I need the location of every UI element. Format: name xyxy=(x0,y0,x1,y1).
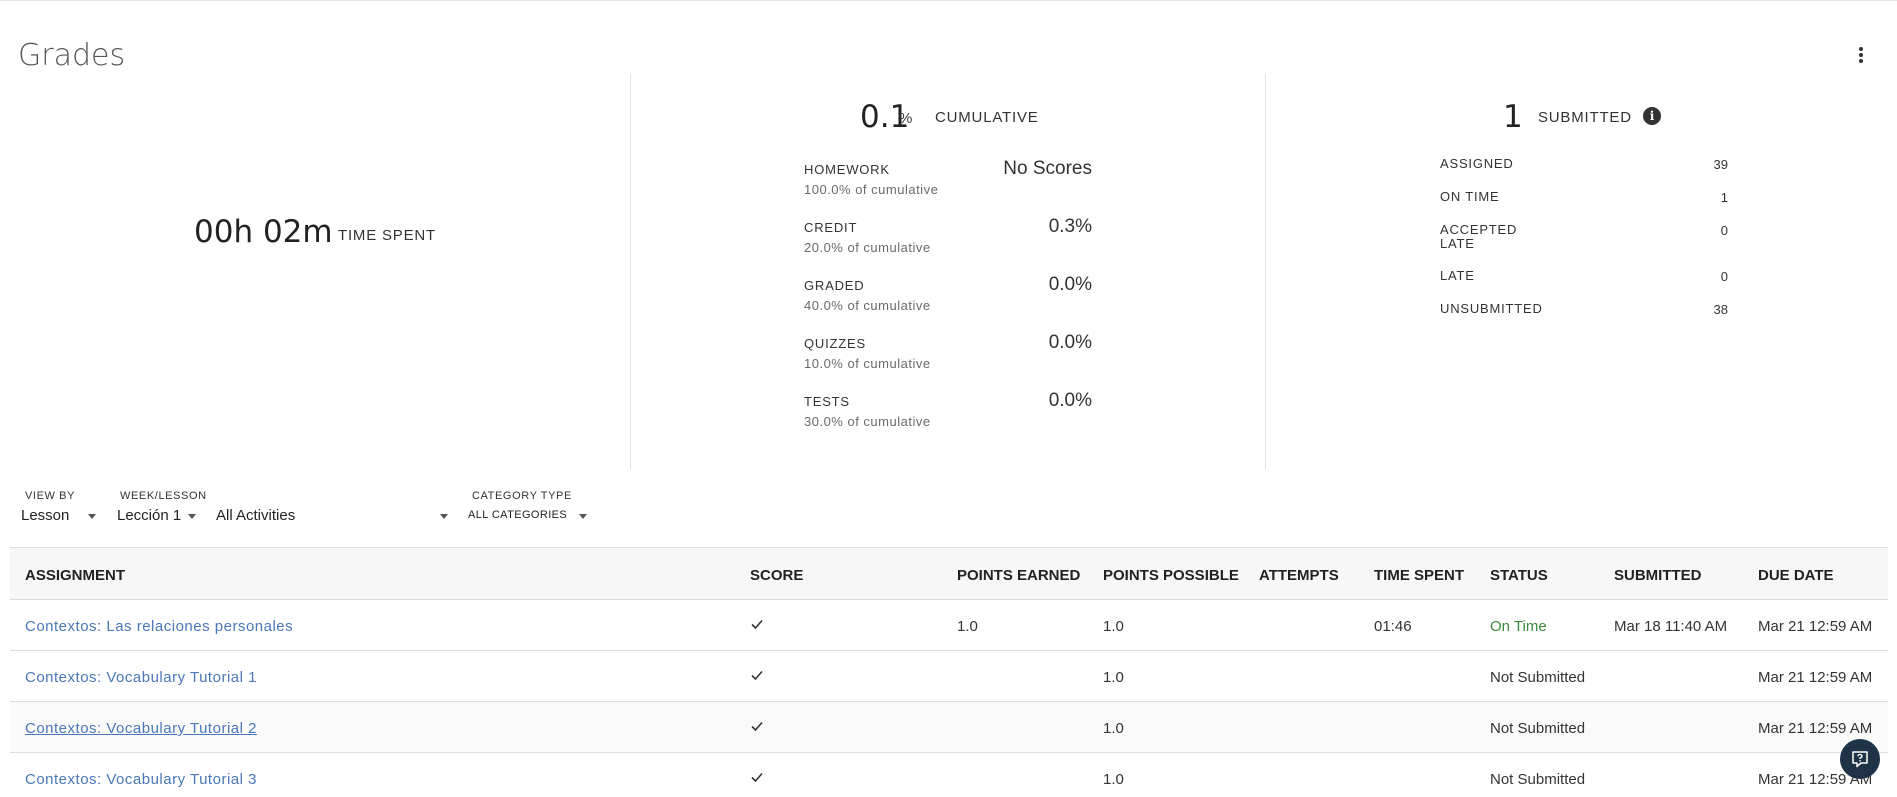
check-icon xyxy=(751,619,763,630)
submitted-row-value: 1 xyxy=(1720,190,1728,205)
page-title: Grades xyxy=(18,38,126,73)
category-name: GRADED xyxy=(804,278,865,293)
category-name: QUIZZES xyxy=(804,336,866,351)
info-icon[interactable]: i xyxy=(1643,107,1661,125)
category-row-quizzes: QUIZZES 10.0% of cumulative 0.0% xyxy=(804,332,1094,386)
category-weight: 30.0% of cumulative xyxy=(804,414,931,429)
points-possible: 1.0 xyxy=(1103,669,1124,686)
status: Not Submitted xyxy=(1490,720,1586,737)
category-type-select[interactable]: ALL CATEGORIES xyxy=(468,509,590,527)
check-icon xyxy=(751,670,763,681)
category-name: CREDIT xyxy=(804,220,858,235)
category-score: 0.0% xyxy=(1048,390,1092,411)
time-spent-value: 00h 02m xyxy=(194,214,333,250)
divider xyxy=(1265,73,1266,469)
category-type-value: ALL CATEGORIES xyxy=(468,509,568,521)
table-row: Contextos: Vocabulary Tutorial 1 1.0 Not… xyxy=(10,651,1888,702)
activities-select[interactable]: All Activities xyxy=(216,507,452,527)
table-row: Contextos: Las relaciones personales 1.0… xyxy=(10,600,1888,651)
table-row: Contextos: Vocabulary Tutorial 2 1.0 Not… xyxy=(10,702,1888,753)
due-date: Mar 21 12:59 AM xyxy=(1758,618,1873,635)
week-lesson-value: Lección 1 xyxy=(117,507,182,524)
submitted-row-value: 0 xyxy=(1720,223,1728,238)
help-chat-button[interactable] xyxy=(1840,739,1880,779)
submitted-label: SUBMITTED xyxy=(1538,109,1632,126)
category-score: 0.0% xyxy=(1048,332,1092,353)
submitted-row-label: ASSIGNED xyxy=(1440,156,1514,171)
submitted-row-label: ON TIME xyxy=(1440,189,1500,204)
category-row-graded: GRADED 40.0% of cumulative 0.0% xyxy=(804,274,1094,328)
chevron-down-icon xyxy=(440,514,448,519)
assignments-table: ASSIGNMENT SCORE POINTS EARNED POINTS PO… xyxy=(10,547,1888,797)
category-weight: 10.0% of cumulative xyxy=(804,356,931,371)
category-row-tests: TESTS 30.0% of cumulative 0.0% xyxy=(804,390,1094,444)
divider xyxy=(630,73,631,469)
points-possible: 1.0 xyxy=(1103,720,1124,737)
view-by-label: VIEW BY xyxy=(25,490,76,502)
due-date: Mar 21 12:59 AM xyxy=(1758,720,1873,737)
submitted-row-value: 38 xyxy=(1713,302,1728,317)
points-earned: 1.0 xyxy=(957,618,978,635)
category-score: 0.0% xyxy=(1048,274,1092,295)
view-by-value: Lesson xyxy=(21,507,70,524)
category-row-credit: CREDIT 20.0% of cumulative 0.3% xyxy=(804,216,1094,270)
week-lesson-select[interactable]: Lección 1 xyxy=(117,507,197,527)
assignment-link[interactable]: Contextos: Vocabulary Tutorial 1 xyxy=(25,669,257,686)
header-submitted[interactable]: SUBMITTED xyxy=(1614,567,1702,584)
cumulative-label: CUMULATIVE xyxy=(935,109,1039,126)
category-score: No Scores xyxy=(1003,158,1092,179)
submitted-row-label: LATE xyxy=(1440,268,1475,283)
submitted-row-label: ACCEPTED LATE xyxy=(1440,222,1518,251)
header-points-possible[interactable]: POINTS POSSIBLE xyxy=(1103,567,1239,584)
header-attempts[interactable]: ATTEMPTS xyxy=(1259,567,1339,584)
category-row-homework: HOMEWORK 100.0% of cumulative No Scores xyxy=(804,158,1094,212)
check-icon xyxy=(751,772,763,783)
table-row: Contextos: Vocabulary Tutorial 3 1.0 Not… xyxy=(10,753,1888,797)
header-score[interactable]: SCORE xyxy=(750,567,803,584)
time-spent: 01:46 xyxy=(1374,618,1412,635)
top-border xyxy=(0,0,1897,2)
category-weight: 100.0% of cumulative xyxy=(804,182,939,197)
submitted-value: 1 xyxy=(1503,99,1523,135)
chevron-down-icon xyxy=(188,514,196,519)
category-score: 0.3% xyxy=(1048,216,1092,237)
submitted-date: Mar 18 11:40 AM xyxy=(1614,618,1728,635)
category-weight: 40.0% of cumulative xyxy=(804,298,931,313)
more-options-icon[interactable] xyxy=(1856,44,1866,66)
category-weight: 20.0% of cumulative xyxy=(804,240,931,255)
assignment-link[interactable]: Contextos: Vocabulary Tutorial 2 xyxy=(25,720,257,737)
submitted-row-label: UNSUBMITTED xyxy=(1440,301,1543,316)
submitted-row-value: 39 xyxy=(1713,157,1728,172)
due-date: Mar 21 12:59 AM xyxy=(1758,669,1873,686)
chevron-down-icon xyxy=(579,514,587,519)
check-icon xyxy=(751,721,763,732)
assignment-link[interactable]: Contextos: Vocabulary Tutorial 3 xyxy=(25,771,257,788)
category-type-label: CATEGORY TYPE xyxy=(472,490,572,502)
time-spent-label: TIME SPENT xyxy=(338,227,437,244)
activities-value: All Activities xyxy=(216,507,296,524)
header-status[interactable]: STATUS xyxy=(1490,567,1548,584)
category-name: TESTS xyxy=(804,394,850,409)
points-possible: 1.0 xyxy=(1103,771,1124,788)
status: Not Submitted xyxy=(1490,669,1586,686)
header-due-date[interactable]: DUE DATE xyxy=(1758,567,1834,584)
table-header: ASSIGNMENT SCORE POINTS EARNED POINTS PO… xyxy=(10,548,1888,600)
chevron-down-icon xyxy=(88,514,96,519)
header-assignment[interactable]: ASSIGNMENT xyxy=(25,567,125,584)
submitted-row-value: 0 xyxy=(1720,269,1728,284)
points-possible: 1.0 xyxy=(1103,618,1124,635)
header-time-spent[interactable]: TIME SPENT xyxy=(1374,567,1464,584)
cumulative-unit: % xyxy=(899,110,913,127)
week-lesson-label: WEEK/LESSON xyxy=(120,490,207,502)
status: On Time xyxy=(1490,618,1547,635)
category-name: HOMEWORK xyxy=(804,162,890,177)
header-points-earned[interactable]: POINTS EARNED xyxy=(957,567,1080,584)
assignment-link[interactable]: Contextos: Las relaciones personales xyxy=(25,618,293,635)
status: Not Submitted xyxy=(1490,771,1586,788)
help-icon xyxy=(1852,751,1868,768)
